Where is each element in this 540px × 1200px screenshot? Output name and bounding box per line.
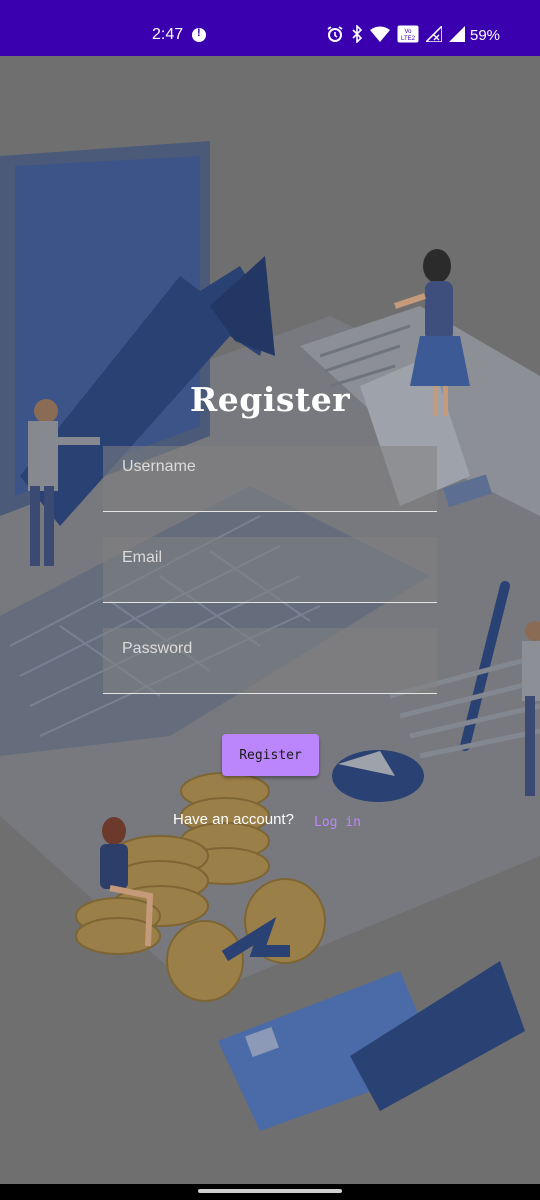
bluetooth-icon — [352, 25, 363, 43]
email-input[interactable] — [103, 537, 437, 602]
status-icons: Vo LTE2 — [326, 25, 465, 43]
navigation-bar — [0, 1184, 540, 1200]
background-illustration — [0, 56, 540, 1184]
username-input[interactable] — [103, 446, 437, 511]
register-button[interactable]: Register — [222, 734, 319, 776]
alarm-icon — [327, 26, 343, 42]
signal-x-icon — [426, 26, 442, 42]
password-field[interactable] — [103, 628, 437, 694]
svg-text:Vo: Vo — [404, 29, 412, 35]
status-bar: 2:47 VoLTE2 59% — [0, 0, 540, 56]
have-account-text: Have an account? — [173, 811, 294, 828]
page-title: Register — [189, 380, 351, 419]
alert-icon — [192, 27, 206, 42]
email-field[interactable] — [103, 537, 437, 603]
volte-icon: VoLTE2 — [397, 25, 419, 43]
svg-text:LTE2: LTE2 — [401, 36, 416, 42]
login-link[interactable]: Log in — [314, 815, 361, 830]
wifi-icon — [370, 26, 390, 42]
password-input[interactable] — [103, 628, 437, 693]
battery-percent: 59% — [470, 27, 501, 44]
signal-icon — [449, 26, 465, 42]
username-field[interactable] — [103, 446, 437, 512]
status-time: 2:47 — [152, 26, 184, 43]
home-gesture-handle[interactable] — [198, 1189, 342, 1193]
